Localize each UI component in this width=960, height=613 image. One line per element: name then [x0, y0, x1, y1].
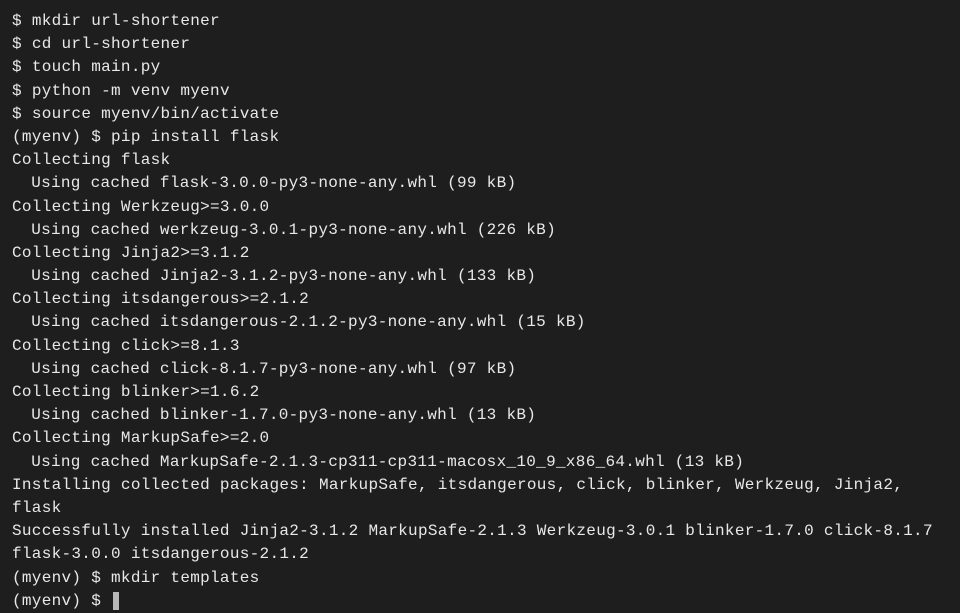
terminal-output[interactable]: $ mkdir url-shortener$ cd url-shortener$…	[12, 10, 948, 613]
terminal-line: Using cached MarkupSafe-2.1.3-cp311-cp31…	[12, 451, 948, 474]
line-text: python -m venv myenv	[32, 82, 230, 100]
terminal-line: (myenv) $ mkdir templates	[12, 567, 948, 590]
line-text: Using cached MarkupSafe-2.1.3-cp311-cp31…	[31, 453, 744, 471]
terminal-line: $ source myenv/bin/activate	[12, 103, 948, 126]
prompt: (myenv) $	[12, 592, 111, 610]
prompt: $	[12, 58, 32, 76]
terminal-line: Collecting click>=8.1.3	[12, 335, 948, 358]
prompt: $	[12, 105, 32, 123]
terminal-line: Using cached click-8.1.7-py3-none-any.wh…	[12, 358, 948, 381]
prompt: $	[12, 82, 32, 100]
prompt: $	[12, 12, 32, 30]
terminal-line: $ python -m venv myenv	[12, 80, 948, 103]
line-text: Successfully installed Jinja2-3.1.2 Mark…	[12, 522, 943, 563]
terminal-line: Using cached blinker-1.7.0-py3-none-any.…	[12, 404, 948, 427]
terminal-line: Installing collected packages: MarkupSaf…	[12, 474, 948, 520]
terminal-line: Collecting itsdangerous>=2.1.2	[12, 288, 948, 311]
terminal-line: $ touch main.py	[12, 56, 948, 79]
terminal-line: $ mkdir url-shortener	[12, 10, 948, 33]
terminal-line: (myenv) $ pip install flask	[12, 126, 948, 149]
line-text: Using cached click-8.1.7-py3-none-any.wh…	[31, 360, 516, 378]
terminal-line: Using cached flask-3.0.0-py3-none-any.wh…	[12, 172, 948, 195]
line-text: Collecting Jinja2>=3.1.2	[12, 244, 250, 262]
line-text: Using cached itsdangerous-2.1.2-py3-none…	[31, 313, 586, 331]
cursor-icon	[113, 592, 119, 610]
line-text: Installing collected packages: MarkupSaf…	[12, 476, 913, 517]
prompt: (myenv) $	[12, 128, 111, 146]
terminal-line: $ cd url-shortener	[12, 33, 948, 56]
line-text: Using cached werkzeug-3.0.1-py3-none-any…	[31, 221, 556, 239]
terminal-line: Collecting Werkzeug>=3.0.0	[12, 196, 948, 219]
prompt: (myenv) $	[12, 569, 111, 587]
terminal-line: Collecting blinker>=1.6.2	[12, 381, 948, 404]
line-text: Collecting Werkzeug>=3.0.0	[12, 198, 269, 216]
line-text: touch main.py	[32, 58, 161, 76]
line-text: pip install flask	[111, 128, 279, 146]
terminal-line: Using cached itsdangerous-2.1.2-py3-none…	[12, 311, 948, 334]
line-text: mkdir url-shortener	[32, 12, 220, 30]
line-text: Collecting itsdangerous>=2.1.2	[12, 290, 309, 308]
line-text: source myenv/bin/activate	[32, 105, 280, 123]
line-text: Collecting MarkupSafe>=2.0	[12, 429, 269, 447]
line-text: Using cached blinker-1.7.0-py3-none-any.…	[31, 406, 536, 424]
terminal-line: Collecting Jinja2>=3.1.2	[12, 242, 948, 265]
current-prompt-line[interactable]: (myenv) $	[12, 590, 948, 613]
line-text: Collecting flask	[12, 151, 170, 169]
prompt: $	[12, 35, 32, 53]
line-text: cd url-shortener	[32, 35, 190, 53]
line-text: Using cached Jinja2-3.1.2-py3-none-any.w…	[31, 267, 536, 285]
terminal-line: Using cached werkzeug-3.0.1-py3-none-any…	[12, 219, 948, 242]
terminal-line: Collecting MarkupSafe>=2.0	[12, 427, 948, 450]
line-text: Collecting blinker>=1.6.2	[12, 383, 260, 401]
line-text: mkdir templates	[111, 569, 260, 587]
terminal-line: Collecting flask	[12, 149, 948, 172]
line-text: Collecting click>=8.1.3	[12, 337, 240, 355]
terminal-line: Successfully installed Jinja2-3.1.2 Mark…	[12, 520, 948, 566]
line-text: Using cached flask-3.0.0-py3-none-any.wh…	[31, 174, 516, 192]
terminal-line: Using cached Jinja2-3.1.2-py3-none-any.w…	[12, 265, 948, 288]
